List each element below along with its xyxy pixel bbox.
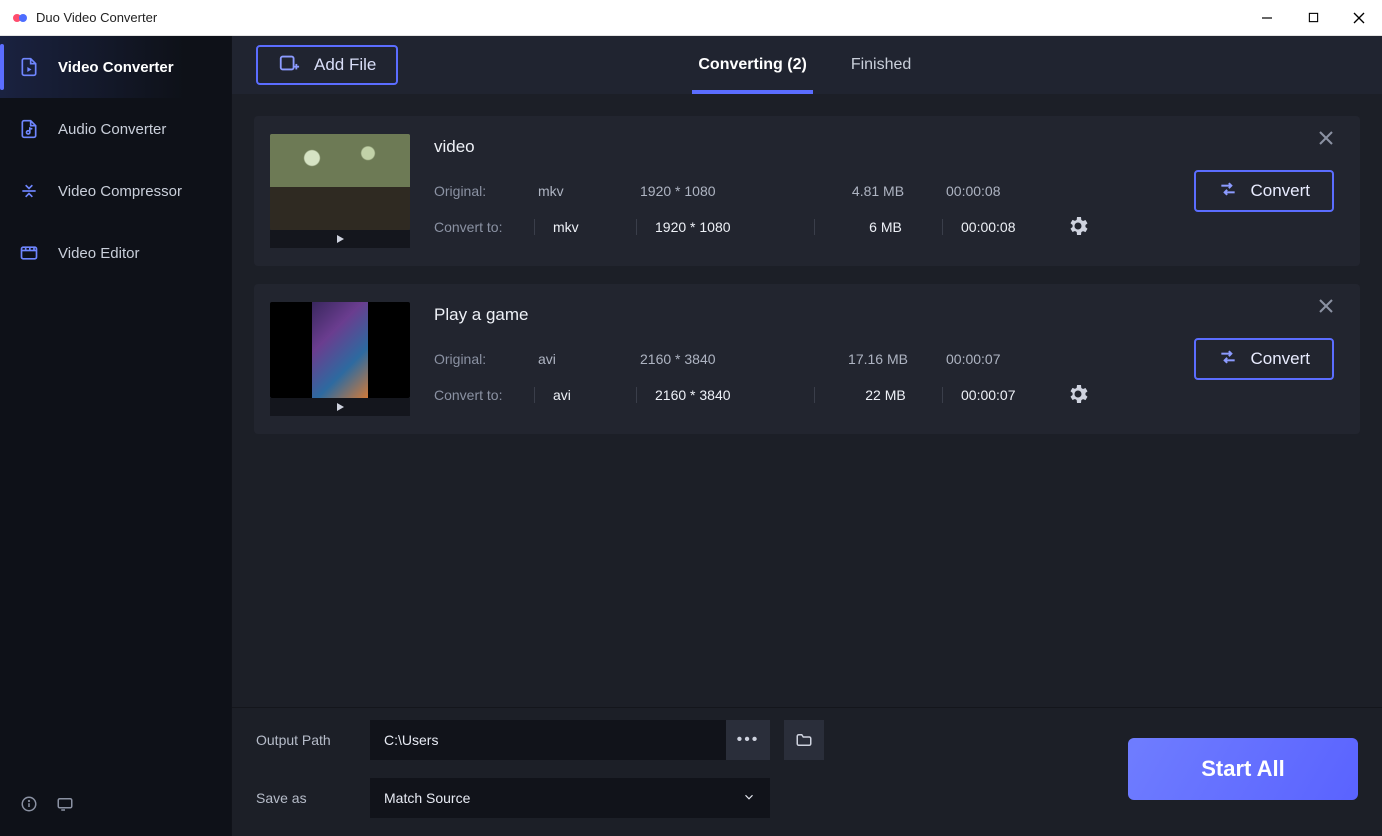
video-thumbnail[interactable] [270, 134, 410, 230]
sidebar-item-video-converter[interactable]: Video Converter [0, 36, 231, 98]
sidebar-item-label: Video Compressor [58, 183, 182, 200]
preview-play-button[interactable] [270, 230, 410, 248]
sidebar-item-video-editor[interactable]: Video Editor [0, 222, 231, 284]
file-name: Play a game [434, 305, 1340, 325]
tab-label: Converting (2) [698, 56, 806, 74]
convert-button[interactable]: Convert [1194, 338, 1334, 380]
convert-to-label: Convert to: [434, 219, 534, 235]
file-list: video Original: mkv 1920 * 1080 4.81 MB … [232, 94, 1382, 707]
sidebar-item-label: Video Editor [58, 245, 139, 262]
convert-to-label: Convert to: [434, 387, 534, 403]
original-duration: 00:00:07 [942, 351, 1062, 367]
file-name: video [434, 137, 1340, 157]
original-format: avi [534, 351, 636, 367]
target-resolution[interactable]: 2160 * 3840 [636, 387, 814, 403]
save-as-select[interactable]: Match Source [370, 778, 770, 818]
sidebar-item-audio-converter[interactable]: Audio Converter [0, 98, 231, 160]
window-close-button[interactable] [1336, 0, 1382, 36]
start-all-button[interactable]: Start All [1128, 738, 1358, 800]
file-card: video Original: mkv 1920 * 1080 4.81 MB … [254, 116, 1360, 266]
convert-button[interactable]: Convert [1194, 170, 1334, 212]
open-folder-button[interactable] [784, 720, 824, 760]
window-title: Duo Video Converter [36, 10, 157, 25]
sidebar-item-video-compressor[interactable]: Video Compressor [0, 160, 231, 222]
tab-finished[interactable]: Finished [851, 36, 911, 94]
output-path-field[interactable]: C:\Users [370, 720, 726, 760]
swap-icon [1218, 347, 1238, 372]
convert-button-label: Convert [1250, 349, 1310, 369]
convert-to-row: Convert to: mkv 1920 * 1080 6 MB 00:00:0… [434, 209, 1340, 245]
add-file-label: Add File [314, 55, 376, 75]
remove-file-button[interactable] [1318, 130, 1334, 151]
original-label: Original: [434, 183, 534, 199]
original-resolution: 2160 * 3840 [636, 351, 814, 367]
sidebar-item-label: Video Converter [58, 59, 174, 76]
sidebar-item-label: Audio Converter [58, 121, 166, 138]
convert-to-row: Convert to: avi 2160 * 3840 22 MB 00:00:… [434, 377, 1340, 413]
target-size: 22 MB [814, 387, 942, 403]
original-duration: 00:00:08 [942, 183, 1062, 199]
target-format[interactable]: mkv [534, 219, 636, 235]
swap-icon [1218, 179, 1238, 204]
tab-converting[interactable]: Converting (2) [698, 36, 806, 94]
folder-icon [795, 731, 813, 749]
topbar: Add File Converting (2) Finished [232, 36, 1382, 94]
save-as-value: Match Source [384, 790, 470, 806]
convert-button-label: Convert [1250, 181, 1310, 201]
original-size: 17.16 MB [814, 351, 942, 367]
add-file-icon [278, 52, 300, 79]
remove-file-button[interactable] [1318, 298, 1334, 319]
app-logo-icon [12, 10, 28, 26]
original-resolution: 1920 * 1080 [636, 183, 814, 199]
window-maximize-button[interactable] [1290, 0, 1336, 36]
compress-icon [18, 180, 40, 202]
target-resolution[interactable]: 1920 * 1080 [636, 219, 814, 235]
sidebar: Video Converter Audio Converter Video Co… [0, 36, 232, 836]
window-minimize-button[interactable] [1244, 0, 1290, 36]
output-path-value: C:\Users [384, 732, 438, 748]
original-size: 4.81 MB [814, 183, 942, 199]
output-path-label: Output Path [256, 732, 356, 748]
tab-label: Finished [851, 56, 911, 74]
add-file-button[interactable]: Add File [256, 45, 398, 85]
file-audio-icon [18, 118, 40, 140]
feedback-icon[interactable] [56, 795, 74, 818]
info-icon[interactable] [20, 795, 38, 818]
target-duration: 00:00:08 [942, 219, 1062, 235]
target-duration: 00:00:07 [942, 387, 1062, 403]
bottom-bar: Output Path C:\Users ••• Save as Match S… [232, 707, 1382, 836]
file-video-icon [18, 56, 40, 78]
target-format[interactable]: avi [534, 387, 636, 403]
chevron-down-icon [742, 790, 756, 807]
save-as-label: Save as [256, 790, 356, 806]
film-icon [18, 242, 40, 264]
window-titlebar: Duo Video Converter [0, 0, 1382, 36]
browse-path-button[interactable]: ••• [726, 720, 770, 760]
target-size: 6 MB [814, 219, 942, 235]
original-format: mkv [534, 183, 636, 199]
preview-play-button[interactable] [270, 398, 410, 416]
main-panel: Add File Converting (2) Finished [232, 36, 1382, 836]
video-thumbnail[interactable] [270, 302, 410, 398]
file-card: Play a game Original: avi 2160 * 3840 17… [254, 284, 1360, 434]
ellipsis-icon: ••• [737, 731, 760, 749]
start-all-label: Start All [1201, 756, 1285, 782]
settings-button[interactable] [1066, 214, 1090, 241]
original-label: Original: [434, 351, 534, 367]
settings-button[interactable] [1066, 382, 1090, 409]
